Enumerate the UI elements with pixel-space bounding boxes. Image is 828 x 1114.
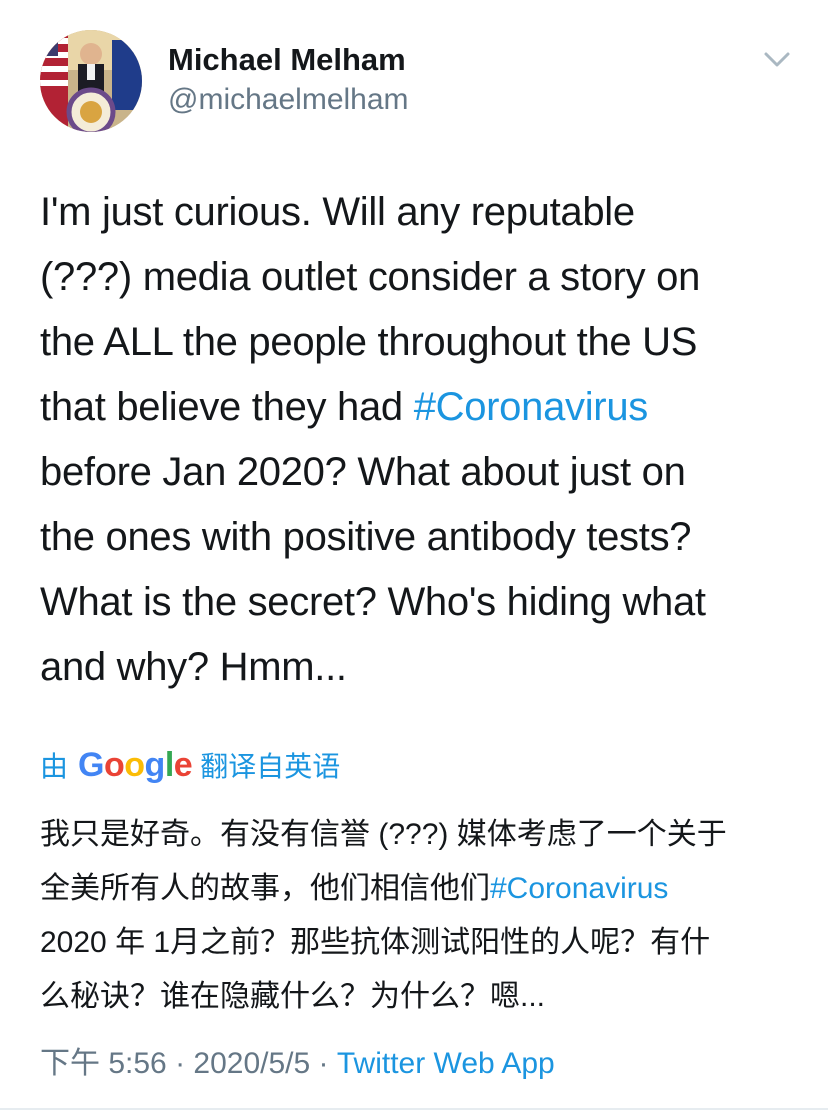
text-line: the ALL the people throughout the US	[40, 310, 800, 375]
text-line: 么秘诀？谁在隐藏什么？为什么？嗯...	[40, 970, 800, 1024]
author-display-name[interactable]: Michael Melham	[168, 40, 409, 80]
translated-text: 我只是好奇。有没有信誉 (???) 媒体考虑了一个关于 全美所有人的故事，他们相信…	[40, 808, 800, 1024]
translated-by-google[interactable]: 由 Google 翻译自英语	[40, 740, 340, 790]
tweet-text: I'm just curious. Will any reputable (???…	[40, 180, 800, 700]
divider	[0, 1108, 828, 1110]
text-segment: 我只是好奇。有没有信誉 (???) 媒体考虑了一个关于	[40, 818, 727, 851]
text-line: the ones with positive antibody tests?	[40, 505, 800, 570]
text-segment: the ALL the people throughout the US	[40, 320, 698, 364]
text-segment: and why? Hmm...	[40, 645, 347, 689]
text-line: that believe they had #Coronavirus	[40, 375, 800, 440]
text-segment: 2020 年 1月之前？那些抗体测试阳性的人呢？有什	[40, 926, 711, 959]
text-line: 全美所有人的故事，他们相信他们#Coronavirus	[40, 862, 800, 916]
google-logo: Google	[78, 745, 193, 784]
text-segment: 么秘诀？谁在隐藏什么？为什么？嗯...	[40, 980, 546, 1013]
text-segment: 全美所有人的故事，他们相信他们	[40, 872, 490, 905]
meta-separator: ·	[166, 1047, 194, 1080]
source-app-link[interactable]: Twitter Web App	[337, 1047, 555, 1080]
hashtag-link[interactable]: #Coronavirus	[490, 872, 668, 905]
text-segment: before Jan 2020? What about just on	[40, 450, 686, 494]
text-segment: the ones with positive antibody tests?	[40, 515, 692, 559]
text-line: What is the secret? Who's hiding what	[40, 570, 800, 635]
text-line: and why? Hmm...	[40, 635, 800, 700]
text-line: 我只是好奇。有没有信誉 (???) 媒体考虑了一个关于	[40, 808, 800, 862]
text-segment: (???) media outlet consider a story on	[40, 255, 701, 299]
meta-separator: ·	[310, 1047, 337, 1080]
tweet-date: 2020/5/5	[193, 1047, 311, 1080]
chevron-down-icon[interactable]	[760, 46, 794, 74]
translate-suffix: 翻译自英语	[200, 751, 341, 782]
text-line: (???) media outlet consider a story on	[40, 245, 800, 310]
avatar-image	[40, 30, 142, 132]
hashtag-link[interactable]: #Coronavirus	[414, 385, 649, 429]
text-line: 2020 年 1月之前？那些抗体测试阳性的人呢？有什	[40, 916, 800, 970]
author-block[interactable]: Michael Melham @michaelmelham	[168, 40, 409, 120]
text-line: I'm just curious. Will any reputable	[40, 180, 800, 245]
tweet-time: 下午 5:56	[40, 1047, 167, 1080]
text-segment: I'm just curious. Will any reputable	[40, 190, 635, 234]
text-line: before Jan 2020? What about just on	[40, 440, 800, 505]
translate-prefix: 由	[40, 751, 69, 782]
text-segment: What is the secret? Who's hiding what	[40, 580, 706, 624]
tweet-detail: Michael Melham @michaelmelham I'm just c…	[0, 0, 828, 1114]
text-segment: that believe they had	[40, 385, 414, 429]
avatar[interactable]	[40, 30, 142, 132]
tweet-meta: 下午 5:56 · 2020/5/5 · Twitter Web App	[40, 1040, 555, 1088]
author-handle[interactable]: @michaelmelham	[168, 80, 409, 120]
